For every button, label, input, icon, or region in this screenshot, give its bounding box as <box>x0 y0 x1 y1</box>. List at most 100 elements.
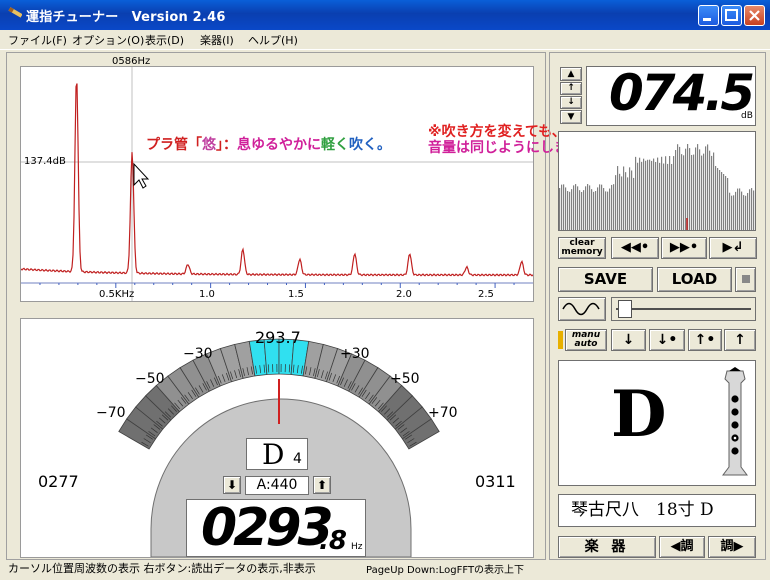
history-bar <box>663 163 665 230</box>
fast-forward-icon: ▶▶• <box>669 240 699 255</box>
history-bar <box>641 161 643 230</box>
frequency-integer: 0293 <box>201 498 334 558</box>
play-return-icon: ▶↲ <box>722 240 744 255</box>
menu-options[interactable]: オプション(O) <box>72 32 144 48</box>
volume-slider[interactable] <box>611 297 756 321</box>
history-bar <box>607 191 609 230</box>
x-tick-label-1.5: 1.5 <box>288 289 304 300</box>
save-button[interactable]: SAVE <box>558 267 653 292</box>
history-bar <box>721 172 723 230</box>
history-bar <box>675 149 677 230</box>
level-down-button[interactable]: ↓ <box>560 96 582 109</box>
history-bar <box>687 144 689 230</box>
history-bar <box>595 191 597 230</box>
history-bar <box>559 188 561 230</box>
history-bar <box>677 144 679 230</box>
a-ref-down-button[interactable]: ⬇ <box>223 476 241 494</box>
history-bar <box>667 163 669 230</box>
history-bar <box>723 174 725 230</box>
shift-up-button[interactable]: ↑ <box>724 329 756 351</box>
manual-auto-toggle[interactable]: manu auto <box>565 329 607 351</box>
history-bar <box>623 166 625 230</box>
instrument-button[interactable]: 楽 器 <box>558 536 656 558</box>
x-tick-label-0.5: 0.5KHz <box>99 289 135 300</box>
history-bar <box>657 157 659 230</box>
spectrum-panel[interactable] <box>20 66 534 302</box>
shift-down-plus-button[interactable]: ↓• <box>649 329 685 351</box>
history-bar <box>577 186 579 230</box>
history-bar <box>591 189 593 230</box>
status-bar-right: PageUp Down:LogFFTの表示上下 <box>366 565 525 576</box>
history-bar <box>733 195 735 230</box>
history-bar <box>585 186 587 230</box>
level-history-bars <box>559 144 755 230</box>
history-bar <box>615 175 617 230</box>
history-bar <box>709 150 711 230</box>
history-bar <box>719 170 721 230</box>
history-bar <box>745 195 747 230</box>
history-bar <box>573 185 575 230</box>
spectrum-chart[interactable] <box>21 67 533 301</box>
stop-button[interactable] <box>735 267 756 292</box>
menu-divider <box>0 49 770 50</box>
x-tick-label-1.0: 1.0 <box>199 289 215 300</box>
a-ref-up-button[interactable]: ⬆ <box>313 476 331 494</box>
next-key-button[interactable]: 調▶ <box>708 536 756 558</box>
rewind-button[interactable]: ◀◀• <box>611 237 659 259</box>
flute-hole-1 <box>731 395 739 403</box>
history-bar <box>579 190 581 230</box>
level-down-bottom-button[interactable]: ▼ <box>560 110 582 124</box>
clear-memory-button[interactable]: clear memory <box>558 237 606 259</box>
shift-up-plus-button[interactable]: ↑• <box>688 329 722 351</box>
history-bar <box>731 195 733 230</box>
level-up-button[interactable]: ↑ <box>560 82 582 95</box>
previous-key-button[interactable]: ◀調 <box>659 536 705 558</box>
history-bar <box>613 184 615 230</box>
annotation-left-a: プラ管「 <box>146 137 202 153</box>
history-bar <box>699 149 701 230</box>
menu-view[interactable]: 表示(D) <box>145 32 184 48</box>
menu-instrument[interactable]: 楽器(I) <box>200 32 234 48</box>
cursor-db-label: 137.4dB <box>24 156 66 167</box>
memory-label: memory <box>561 247 603 257</box>
history-bar <box>741 191 743 230</box>
shakuhachi-diagram <box>722 367 748 476</box>
close-button[interactable] <box>744 5 765 26</box>
history-bar <box>609 188 611 230</box>
history-bar <box>715 166 717 230</box>
stop-icon <box>741 275 750 283</box>
note-name: D <box>262 438 285 471</box>
fast-forward-button[interactable]: ▶▶• <box>661 237 707 259</box>
history-bar <box>671 163 673 230</box>
slider-thumb[interactable] <box>618 300 632 318</box>
play-return-button[interactable]: ▶↲ <box>709 237 757 259</box>
history-bar <box>693 154 695 230</box>
history-bar <box>627 177 629 230</box>
close-icon <box>749 10 760 21</box>
a-reference-display: A:440 <box>245 476 309 495</box>
menu-help[interactable]: ヘルプ(H) <box>248 32 298 48</box>
history-bar <box>599 184 601 230</box>
history-bar <box>659 162 661 230</box>
level-history-graph[interactable] <box>558 131 756 231</box>
slider-track <box>616 308 751 310</box>
minimize-button[interactable] <box>698 5 719 26</box>
load-button[interactable]: LOAD <box>657 267 732 292</box>
spectrum-trace <box>21 83 533 277</box>
history-bar <box>569 191 571 230</box>
history-bar <box>583 190 585 230</box>
shift-down-button[interactable]: ↓ <box>611 329 646 351</box>
history-bar <box>703 153 705 230</box>
history-bar <box>601 184 603 230</box>
level-up-top-button[interactable]: ▲ <box>560 67 582 81</box>
waveform-button[interactable] <box>558 297 606 321</box>
history-bar <box>681 154 683 230</box>
fingering-panel: D <box>558 360 756 486</box>
history-bar <box>629 167 631 230</box>
history-bar <box>655 161 657 230</box>
maximize-button[interactable] <box>721 5 742 26</box>
flute-hole-5 <box>731 447 739 455</box>
instrument-name: 琴古尺八 18寸 D <box>558 494 756 527</box>
menu-file[interactable]: ファイル(F) <box>8 32 67 48</box>
history-bar <box>697 144 699 230</box>
